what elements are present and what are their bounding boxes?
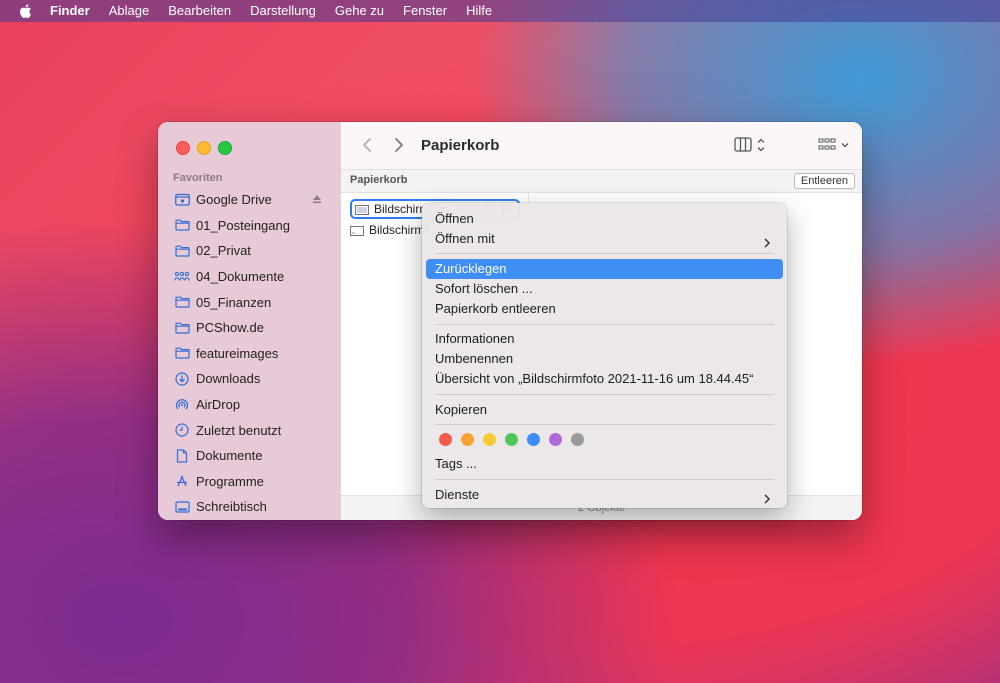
folder-icon bbox=[174, 243, 190, 259]
context-menu: Öffnen Öffnen mit Zurücklegen Sofort lös… bbox=[422, 203, 787, 508]
close-window-button[interactable] bbox=[176, 141, 190, 155]
menu-separator bbox=[435, 394, 774, 395]
maximize-window-button[interactable] bbox=[218, 141, 232, 155]
sidebar-item-google-drive[interactable]: Google Drive bbox=[158, 187, 341, 213]
sidebar-item-label: 05_Finanzen bbox=[196, 294, 272, 310]
path-label: Papierkorb bbox=[350, 174, 408, 186]
menu-item-label: Öffnen mit bbox=[435, 231, 495, 246]
sidebar-item-pcshow[interactable]: PCShow.de bbox=[158, 315, 341, 341]
menu-item-services[interactable]: Dienste bbox=[426, 485, 783, 505]
menu-separator bbox=[435, 424, 774, 425]
empty-trash-button[interactable]: Entleeren bbox=[793, 173, 855, 189]
sidebar-item-label: PCShow.de bbox=[196, 320, 264, 336]
sidebar-item-airdrop[interactable]: AirDrop bbox=[158, 392, 341, 418]
menu-separator bbox=[435, 324, 774, 325]
tag-red[interactable] bbox=[439, 433, 452, 446]
view-mode-button[interactable] bbox=[733, 136, 769, 154]
image-file-icon bbox=[350, 225, 364, 236]
back-button[interactable] bbox=[359, 137, 375, 153]
sidebar-item-featureimages[interactable]: featureimages bbox=[158, 341, 341, 367]
menu-darstellung[interactable]: Darstellung bbox=[250, 0, 316, 22]
menu-item-tags[interactable]: Tags ... bbox=[426, 454, 783, 474]
sidebar-item-04-dokumente[interactable]: 04_Dokumente bbox=[158, 264, 341, 290]
sidebar-item-label: Programme bbox=[196, 473, 264, 489]
tag-yellow[interactable] bbox=[483, 433, 496, 446]
sidebar-item-02-privat[interactable]: 02_Privat bbox=[158, 238, 341, 264]
menu-item-get-info[interactable]: Informationen bbox=[426, 329, 783, 349]
chevron-right-icon bbox=[763, 490, 771, 504]
sidebar-item-label: Google Drive bbox=[196, 192, 272, 208]
sidebar-item-label: Zuletzt benutzt bbox=[196, 422, 282, 438]
tag-green[interactable] bbox=[505, 433, 518, 446]
minimize-window-button[interactable] bbox=[197, 141, 211, 155]
sidebar-heading: Favoriten bbox=[173, 172, 223, 184]
menu-item-label: Dienste bbox=[435, 487, 480, 502]
menu-item-quick-look[interactable]: Übersicht von „Bildschirmfoto 2021-11-16… bbox=[426, 369, 783, 389]
group-button[interactable] bbox=[816, 136, 854, 154]
sidebar-item-label: 02_Privat bbox=[196, 243, 251, 259]
sidebar-item-label: Schreibtisch bbox=[196, 499, 267, 515]
menu-item-delete-immediately[interactable]: Sofort löschen ... bbox=[426, 279, 783, 299]
sidebar-item-label: 04_Dokumente bbox=[196, 269, 285, 285]
sidebar-list: Google Drive 01_Posteingang 02_Privat 04… bbox=[158, 187, 341, 520]
sidebar-item-label: Dokumente bbox=[196, 448, 263, 464]
image-file-icon bbox=[355, 204, 369, 215]
menu-item-open-with[interactable]: Öffnen mit bbox=[426, 229, 783, 249]
folder-icon bbox=[174, 345, 190, 361]
menu-fenster[interactable]: Fenster bbox=[403, 0, 447, 22]
path-bar: Papierkorb Entleeren bbox=[341, 170, 862, 193]
tag-gray[interactable] bbox=[571, 433, 584, 446]
window-title: Papierkorb bbox=[421, 137, 500, 154]
forward-button[interactable] bbox=[391, 137, 407, 153]
menu-item-empty-trash[interactable]: Papierkorb entleeren bbox=[426, 299, 783, 319]
drive-icon bbox=[174, 192, 190, 208]
menu-item-copy[interactable]: Kopieren bbox=[426, 400, 783, 420]
sidebar: Favoriten Google Drive 01_Posteingang 02… bbox=[158, 122, 341, 520]
sidebar-item-01-posteingang[interactable]: 01_Posteingang bbox=[158, 213, 341, 239]
desktop-icon bbox=[174, 499, 190, 515]
sidebar-item-label: featureimages bbox=[196, 345, 279, 361]
menu-separator bbox=[435, 479, 774, 480]
eject-icon[interactable] bbox=[311, 193, 323, 205]
folder-icon bbox=[174, 217, 190, 233]
menu-item-put-back[interactable]: Zurücklegen bbox=[426, 259, 783, 279]
document-icon bbox=[174, 448, 190, 464]
download-icon bbox=[174, 371, 190, 387]
sidebar-item-dokumente[interactable]: Dokumente bbox=[158, 443, 341, 469]
tag-orange[interactable] bbox=[461, 433, 474, 446]
menu-bar: Finder Ablage Bearbeiten Darstellung Geh… bbox=[0, 0, 1000, 22]
folder-icon bbox=[174, 294, 190, 310]
apps-icon bbox=[174, 473, 190, 489]
menu-item-open[interactable]: Öffnen bbox=[426, 209, 783, 229]
menu-finder[interactable]: Finder bbox=[50, 0, 90, 22]
sidebar-item-label: AirDrop bbox=[196, 397, 241, 413]
tag-color-row bbox=[439, 433, 593, 446]
clock-icon bbox=[174, 422, 190, 438]
menu-ablage[interactable]: Ablage bbox=[109, 0, 149, 22]
sidebar-item-schreibtisch[interactable]: Schreibtisch bbox=[158, 494, 341, 520]
sidebar-item-05-finanzen[interactable]: 05_Finanzen bbox=[158, 289, 341, 315]
sidebar-item-programme[interactable]: Programme bbox=[158, 469, 341, 495]
folder-icon bbox=[174, 320, 190, 336]
menu-bearbeiten[interactable]: Bearbeiten bbox=[168, 0, 231, 22]
file-name: Bildschirmfoto bbox=[369, 223, 430, 237]
menu-separator bbox=[435, 253, 774, 254]
apple-icon[interactable] bbox=[18, 3, 34, 19]
sidebar-item-zuletzt[interactable]: Zuletzt benutzt bbox=[158, 417, 341, 443]
sidebar-item-downloads[interactable]: Downloads bbox=[158, 366, 341, 392]
file-item[interactable]: Bildschirmfoto bbox=[350, 221, 430, 239]
shared-folder-icon bbox=[174, 269, 190, 285]
menu-gehe-zu[interactable]: Gehe zu bbox=[335, 0, 384, 22]
toolbar: Papierkorb bbox=[341, 122, 862, 170]
sidebar-item-label: Downloads bbox=[196, 371, 261, 387]
airdrop-icon bbox=[174, 397, 190, 413]
menu-item-rename[interactable]: Umbenennen bbox=[426, 349, 783, 369]
chevron-right-icon bbox=[763, 234, 771, 248]
tag-purple[interactable] bbox=[549, 433, 562, 446]
menu-hilfe[interactable]: Hilfe bbox=[466, 0, 492, 22]
window-controls bbox=[176, 141, 239, 155]
tag-blue[interactable] bbox=[527, 433, 540, 446]
sidebar-item-label: 01_Posteingang bbox=[196, 217, 290, 233]
